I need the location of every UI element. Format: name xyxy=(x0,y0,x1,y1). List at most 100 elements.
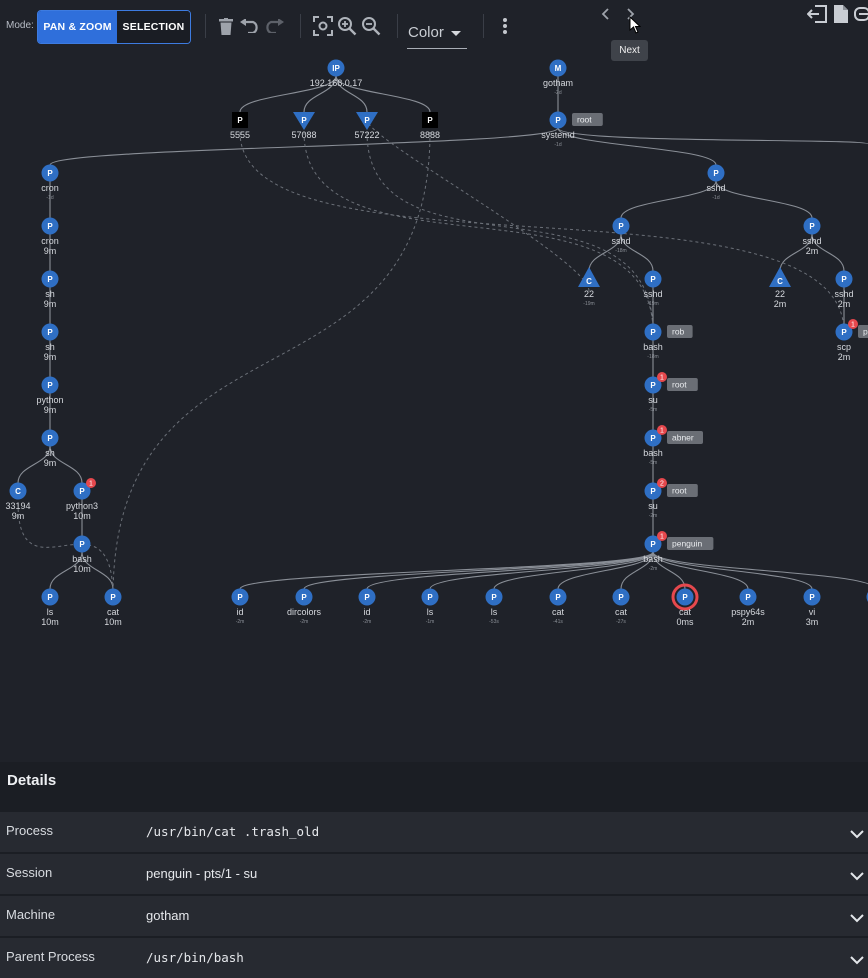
toolbar-divider xyxy=(205,14,206,38)
undo-icon[interactable] xyxy=(238,16,262,36)
graph-node-cron1[interactable]: Pcron-1d xyxy=(41,165,59,202)
node-time: -2m xyxy=(300,619,309,625)
node-label: 8888 xyxy=(420,130,440,140)
node-type-letter: P xyxy=(650,540,656,549)
redo-icon[interactable] xyxy=(262,16,286,36)
detail-label: Machine xyxy=(6,907,55,922)
node-time: -1d xyxy=(46,195,53,201)
node-type-letter: M xyxy=(555,64,562,73)
pan-zoom-button[interactable]: PAN & ZOOM xyxy=(38,11,117,43)
node-time: -27s xyxy=(616,619,626,625)
node-time: -2m xyxy=(649,566,658,572)
node-type-letter: P xyxy=(237,116,243,125)
graph-node-p57222[interactable]: P57222 xyxy=(354,112,379,140)
graph-node-sh1[interactable]: Psh9m xyxy=(42,271,59,310)
graph-node-vi[interactable]: Pvi3m xyxy=(804,589,821,628)
graph-node-cat2[interactable]: Pcat-27s xyxy=(613,589,630,626)
process-graph[interactable]: IP192.168.0.17P5555P57088P57222P8888Mgot… xyxy=(0,54,868,760)
node-type-letter: P xyxy=(47,434,53,443)
user-tag-label: root xyxy=(672,380,687,390)
graph-node-sh2[interactable]: Psh9m xyxy=(42,324,59,363)
graph-node-pspy[interactable]: Ppspy64s2m xyxy=(731,589,765,628)
export-icon[interactable] xyxy=(806,4,828,24)
graph-node-lsL[interactable]: Pls10m xyxy=(41,589,59,628)
graph-node-gotham[interactable]: Mgotham-2d xyxy=(543,60,573,97)
chevron-down-icon[interactable] xyxy=(850,826,864,844)
graph-node-sh3[interactable]: Psh9m xyxy=(42,430,59,469)
node-label: dircolors xyxy=(287,607,322,617)
node-label: ls xyxy=(491,607,498,617)
detail-row-machine[interactable]: Machine gotham xyxy=(0,894,868,936)
node-time: -2m xyxy=(236,619,245,625)
node-label: sshd xyxy=(706,183,725,193)
node-label: python xyxy=(36,395,63,405)
more-vertical-icon[interactable] xyxy=(496,15,514,37)
detail-row-session[interactable]: Session penguin - pts/1 - su xyxy=(0,852,868,894)
previous-arrow-icon[interactable] xyxy=(598,6,614,22)
graph-node-bashL[interactable]: Pbash10m xyxy=(72,536,92,575)
node-type-letter: P xyxy=(427,593,433,602)
chevron-down-icon[interactable] xyxy=(850,910,864,928)
node-time: -18m xyxy=(647,354,658,360)
document-icon[interactable] xyxy=(832,3,850,25)
detail-row-parent-process[interactable]: Parent Process /usr/bin/bash xyxy=(0,936,868,978)
graph-node-ls2[interactable]: Pls-53s xyxy=(486,589,503,626)
graph-node-id2[interactable]: Pid-2m xyxy=(359,589,376,626)
graph-node-p8888[interactable]: P8888 xyxy=(420,112,440,140)
graph-node-id1[interactable]: Pid-2m xyxy=(232,589,249,626)
detail-row-process[interactable]: Process /usr/bin/cat .trash_old xyxy=(0,810,868,852)
graph-node-catL[interactable]: Pcat10m xyxy=(104,589,122,628)
graph-node-python3[interactable]: Ppython310m1 xyxy=(66,478,98,521)
graph-node-ip[interactable]: IP192.168.0.17 xyxy=(310,60,363,89)
color-dropdown[interactable]: Color xyxy=(407,22,467,49)
graph-node-scp[interactable]: Pscp2m1p xyxy=(836,319,868,362)
alert-badge-count: 2 xyxy=(660,481,664,488)
graph-node-suRoot[interactable]: Psu-5m1root xyxy=(645,372,698,413)
graph-node-dircolors[interactable]: Pdircolors-2m xyxy=(287,589,322,626)
node-label: sh xyxy=(45,342,55,352)
graph-node-p57088[interactable]: P57088 xyxy=(291,112,316,140)
node-label: su xyxy=(648,501,658,511)
chevron-down-icon[interactable] xyxy=(850,952,864,970)
graph-node-cron2[interactable]: Pcron9m xyxy=(41,218,59,257)
graph-node-c22a[interactable]: C22-19m xyxy=(578,267,600,307)
zoom-out-icon[interactable] xyxy=(360,15,382,37)
node-label: sshd xyxy=(802,236,821,246)
graph-node-sshdA2[interactable]: Psshd-19m xyxy=(643,271,662,308)
node-type-letter: P xyxy=(682,593,688,602)
alert-badge-count: 1 xyxy=(660,534,664,541)
graph-node-sshdB[interactable]: Psshd2m xyxy=(802,218,821,257)
graph-node-p5555[interactable]: P5555 xyxy=(230,112,250,140)
zoom-in-icon[interactable] xyxy=(336,15,358,37)
node-label: cat xyxy=(679,607,692,617)
selection-button[interactable]: SELECTION xyxy=(117,11,190,43)
node-type-letter: P xyxy=(47,169,53,178)
node-time: 2m xyxy=(838,352,851,362)
graph-node-cat1[interactable]: Pcat-41s xyxy=(550,589,567,626)
node-time: 2m xyxy=(742,617,755,627)
share-link-icon[interactable] xyxy=(853,4,868,24)
graph-node-bashRob[interactable]: Pbash-18mrob xyxy=(643,324,692,361)
graph-node-catSel[interactable]: Pcat0ms xyxy=(673,585,697,627)
graph-node-sshdB2[interactable]: Psshd2m xyxy=(834,271,853,310)
graph-node-c22b[interactable]: C222m xyxy=(769,267,791,309)
node-label: pspy64s xyxy=(731,607,765,617)
graph-node-bashAbner[interactable]: Pbash-5m1abner xyxy=(643,425,703,466)
graph-node-suRoot2[interactable]: Psu-2m2root xyxy=(645,478,698,519)
node-label: sshd xyxy=(611,236,630,246)
graph-node-sshdTop[interactable]: Psshd-1d xyxy=(706,165,725,202)
graph-node-python[interactable]: Ppython9m xyxy=(36,377,63,416)
node-type-letter: P xyxy=(650,381,656,390)
graph-node-sshdA[interactable]: Psshd-18m xyxy=(611,218,630,255)
graph-node-ls1[interactable]: Pls-1m xyxy=(422,589,439,626)
fit-to-screen-icon[interactable] xyxy=(312,15,334,37)
graph-node-c33194[interactable]: C331949m xyxy=(5,483,30,522)
trash-icon[interactable] xyxy=(217,16,235,36)
node-type-letter: P xyxy=(364,593,370,602)
node-type-letter: P xyxy=(110,593,116,602)
chevron-down-icon[interactable] xyxy=(850,868,864,886)
graph-node-systemd[interactable]: Psystemd-1droot xyxy=(541,112,603,149)
node-label: ls xyxy=(47,607,54,617)
node-time: -1d xyxy=(554,142,561,148)
graph-edges xyxy=(18,76,868,597)
